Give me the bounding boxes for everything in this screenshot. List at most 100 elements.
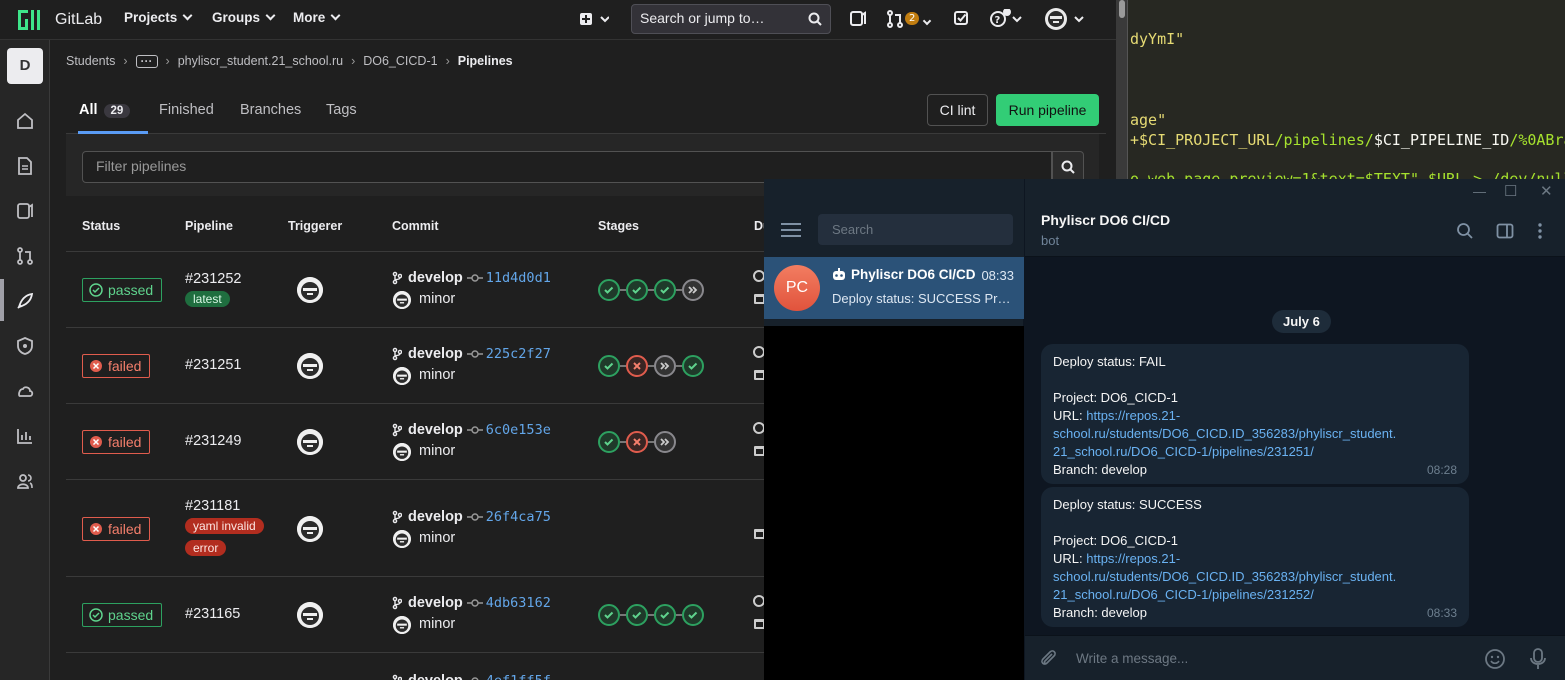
stage-passed-icon[interactable] <box>682 355 704 377</box>
stage-passed-icon[interactable] <box>626 604 648 626</box>
commit-author-avatar[interactable] <box>393 443 411 461</box>
pipeline-id-link[interactable]: #231181 <box>185 498 240 514</box>
breadcrumb-item[interactable]: Students <box>66 54 115 68</box>
commit-sha-link[interactable]: 26f4ca75 <box>486 509 551 525</box>
merge-requests-button[interactable]: 2 <box>886 9 932 33</box>
message-input[interactable]: Write a message... <box>1076 651 1188 666</box>
stage-passed-icon[interactable] <box>654 604 676 626</box>
branch-name-link[interactable]: develop <box>408 422 463 438</box>
close-window-icon[interactable]: ✕ <box>1540 182 1553 200</box>
branch-name-link[interactable]: develop <box>408 270 463 286</box>
branch-name-link[interactable]: develop <box>408 346 463 362</box>
stage-passed-icon[interactable] <box>598 279 620 301</box>
pipeline-id-link[interactable]: #231251 <box>185 357 241 373</box>
message-url-link[interactable]: 21_school.ru/DO6_CICD-1/pipelines/231252… <box>1053 586 1457 604</box>
message-url-link[interactable]: https://repos.21- <box>1086 408 1180 423</box>
project-avatar[interactable]: D <box>7 48 43 84</box>
commit-sha-link[interactable]: 11d4d0d1 <box>486 270 551 286</box>
pipeline-id-link[interactable]: #231249 <box>185 433 241 449</box>
user-menu-button[interactable] <box>1044 7 1092 37</box>
triggerer-avatar[interactable] <box>297 602 323 628</box>
triggerer-avatar[interactable] <box>297 277 323 303</box>
new-item-button[interactable] <box>579 10 610 34</box>
pipeline-badge[interactable]: latest <box>185 291 230 307</box>
message-url-link[interactable]: school.ru/students/DO6_CICD.ID_356283/ph… <box>1053 425 1457 443</box>
sidebar-toggle-icon[interactable] <box>1496 222 1514 240</box>
microphone-icon[interactable] <box>1528 647 1548 671</box>
tab-tags[interactable]: Tags <box>326 102 357 118</box>
stage-failed-icon[interactable] <box>626 431 648 453</box>
project-home-icon[interactable] <box>15 111 35 131</box>
stage-skipped-icon[interactable] <box>654 431 676 453</box>
brand-name[interactable]: GitLab <box>55 11 102 29</box>
merge-requests-icon[interactable] <box>15 246 35 266</box>
security-shield-icon[interactable] <box>15 336 35 356</box>
deployments-cloud-icon[interactable] <box>15 381 35 401</box>
branch-name-link[interactable]: develop <box>408 509 463 525</box>
commit-message-link[interactable]: minor <box>419 530 455 546</box>
stage-passed-icon[interactable] <box>598 355 620 377</box>
message-url-link[interactable]: school.ru/students/DO6_CICD.ID_356283/ph… <box>1053 568 1457 586</box>
stage-skipped-icon[interactable] <box>654 355 676 377</box>
analytics-chart-icon[interactable] <box>15 426 35 446</box>
branch-name-link[interactable]: develop <box>408 595 463 611</box>
run-pipeline-button[interactable]: Run pipeline <box>996 94 1099 126</box>
commit-message-link[interactable]: minor <box>419 443 455 459</box>
more-vertical-icon[interactable] <box>1531 222 1549 240</box>
breadcrumb-item[interactable]: phyliscr_student.21_school.ru <box>178 54 343 68</box>
pipeline-badge[interactable]: yaml invalid <box>185 518 264 534</box>
message-bubble[interactable]: Deploy status: FAIL Project: DO6_CICD-1 … <box>1041 344 1469 484</box>
nav-groups[interactable]: Groups <box>212 10 276 25</box>
nav-more[interactable]: More <box>293 10 341 25</box>
commit-sha-link[interactable]: 6c0e153e <box>486 422 551 438</box>
commit-sha-link[interactable]: 4ef1ff5f <box>486 673 551 680</box>
status-badge[interactable]: passed <box>82 603 163 627</box>
breadcrumb-current[interactable]: Pipelines <box>458 54 513 68</box>
status-badge[interactable]: passed <box>82 278 163 302</box>
pipeline-badge[interactable]: error <box>185 540 227 556</box>
stage-passed-icon[interactable] <box>598 604 620 626</box>
status-badge[interactable]: failed <box>82 354 151 378</box>
triggerer-avatar[interactable] <box>297 429 323 455</box>
tab-all[interactable]: All 29 <box>79 102 131 118</box>
pipeline-id-link[interactable]: #231165 <box>185 606 240 622</box>
stage-passed-icon[interactable] <box>598 431 620 453</box>
hamburger-menu-icon[interactable] <box>781 223 801 237</box>
minimize-window-icon[interactable]: — <box>1473 184 1486 199</box>
stage-passed-icon[interactable] <box>682 604 704 626</box>
message-url-link[interactable]: https://repos.21- <box>1086 551 1180 566</box>
triggerer-avatar[interactable] <box>297 353 323 379</box>
tab-branches[interactable]: Branches <box>240 102 301 118</box>
status-badge[interactable]: failed <box>82 516 151 541</box>
emoji-icon[interactable] <box>1484 648 1506 670</box>
search-icon[interactable] <box>1456 222 1474 240</box>
commit-message-link[interactable]: minor <box>419 291 455 307</box>
triggerer-avatar[interactable] <box>297 515 323 542</box>
commit-author-avatar[interactable] <box>393 291 411 309</box>
message-bubble[interactable]: Deploy status: SUCCESS Project: DO6_CICD… <box>1041 487 1469 627</box>
commit-message-link[interactable]: minor <box>419 367 455 383</box>
attach-paperclip-icon[interactable] <box>1038 648 1058 668</box>
issues-button[interactable] <box>849 9 867 33</box>
breadcrumb-item[interactable]: DO6_CICD-1 <box>363 54 437 68</box>
global-search-input[interactable]: Search or jump to… <box>631 4 831 34</box>
pipeline-id-link[interactable]: #231252 <box>185 271 241 287</box>
stage-passed-icon[interactable] <box>654 279 676 301</box>
commit-message-link[interactable]: minor <box>419 616 455 632</box>
issues-icon[interactable] <box>15 201 35 221</box>
commit-sha-link[interactable]: 225c2f27 <box>486 346 551 362</box>
message-url-link[interactable]: 21_school.ru/DO6_CICD-1/pipelines/231251… <box>1053 443 1457 461</box>
todos-button[interactable] <box>953 9 971 33</box>
gitlab-logo-icon[interactable] <box>16 8 42 32</box>
maximize-window-icon[interactable]: ☐ <box>1504 182 1517 200</box>
ci-lint-button[interactable]: CI lint <box>927 94 988 126</box>
breadcrumb-more-button[interactable]: ··· <box>135 54 158 68</box>
commit-author-avatar[interactable] <box>393 367 411 385</box>
status-badge[interactable]: failed <box>82 430 151 454</box>
commit-author-avatar[interactable] <box>393 529 411 548</box>
ci-cd-rocket-icon[interactable] <box>15 291 35 311</box>
nav-projects[interactable]: Projects <box>124 10 193 25</box>
stage-passed-icon[interactable] <box>626 279 648 301</box>
conversation-title[interactable]: Phyliscr DO6 CI/CD <box>1041 212 1170 228</box>
tab-finished[interactable]: Finished <box>159 102 214 118</box>
